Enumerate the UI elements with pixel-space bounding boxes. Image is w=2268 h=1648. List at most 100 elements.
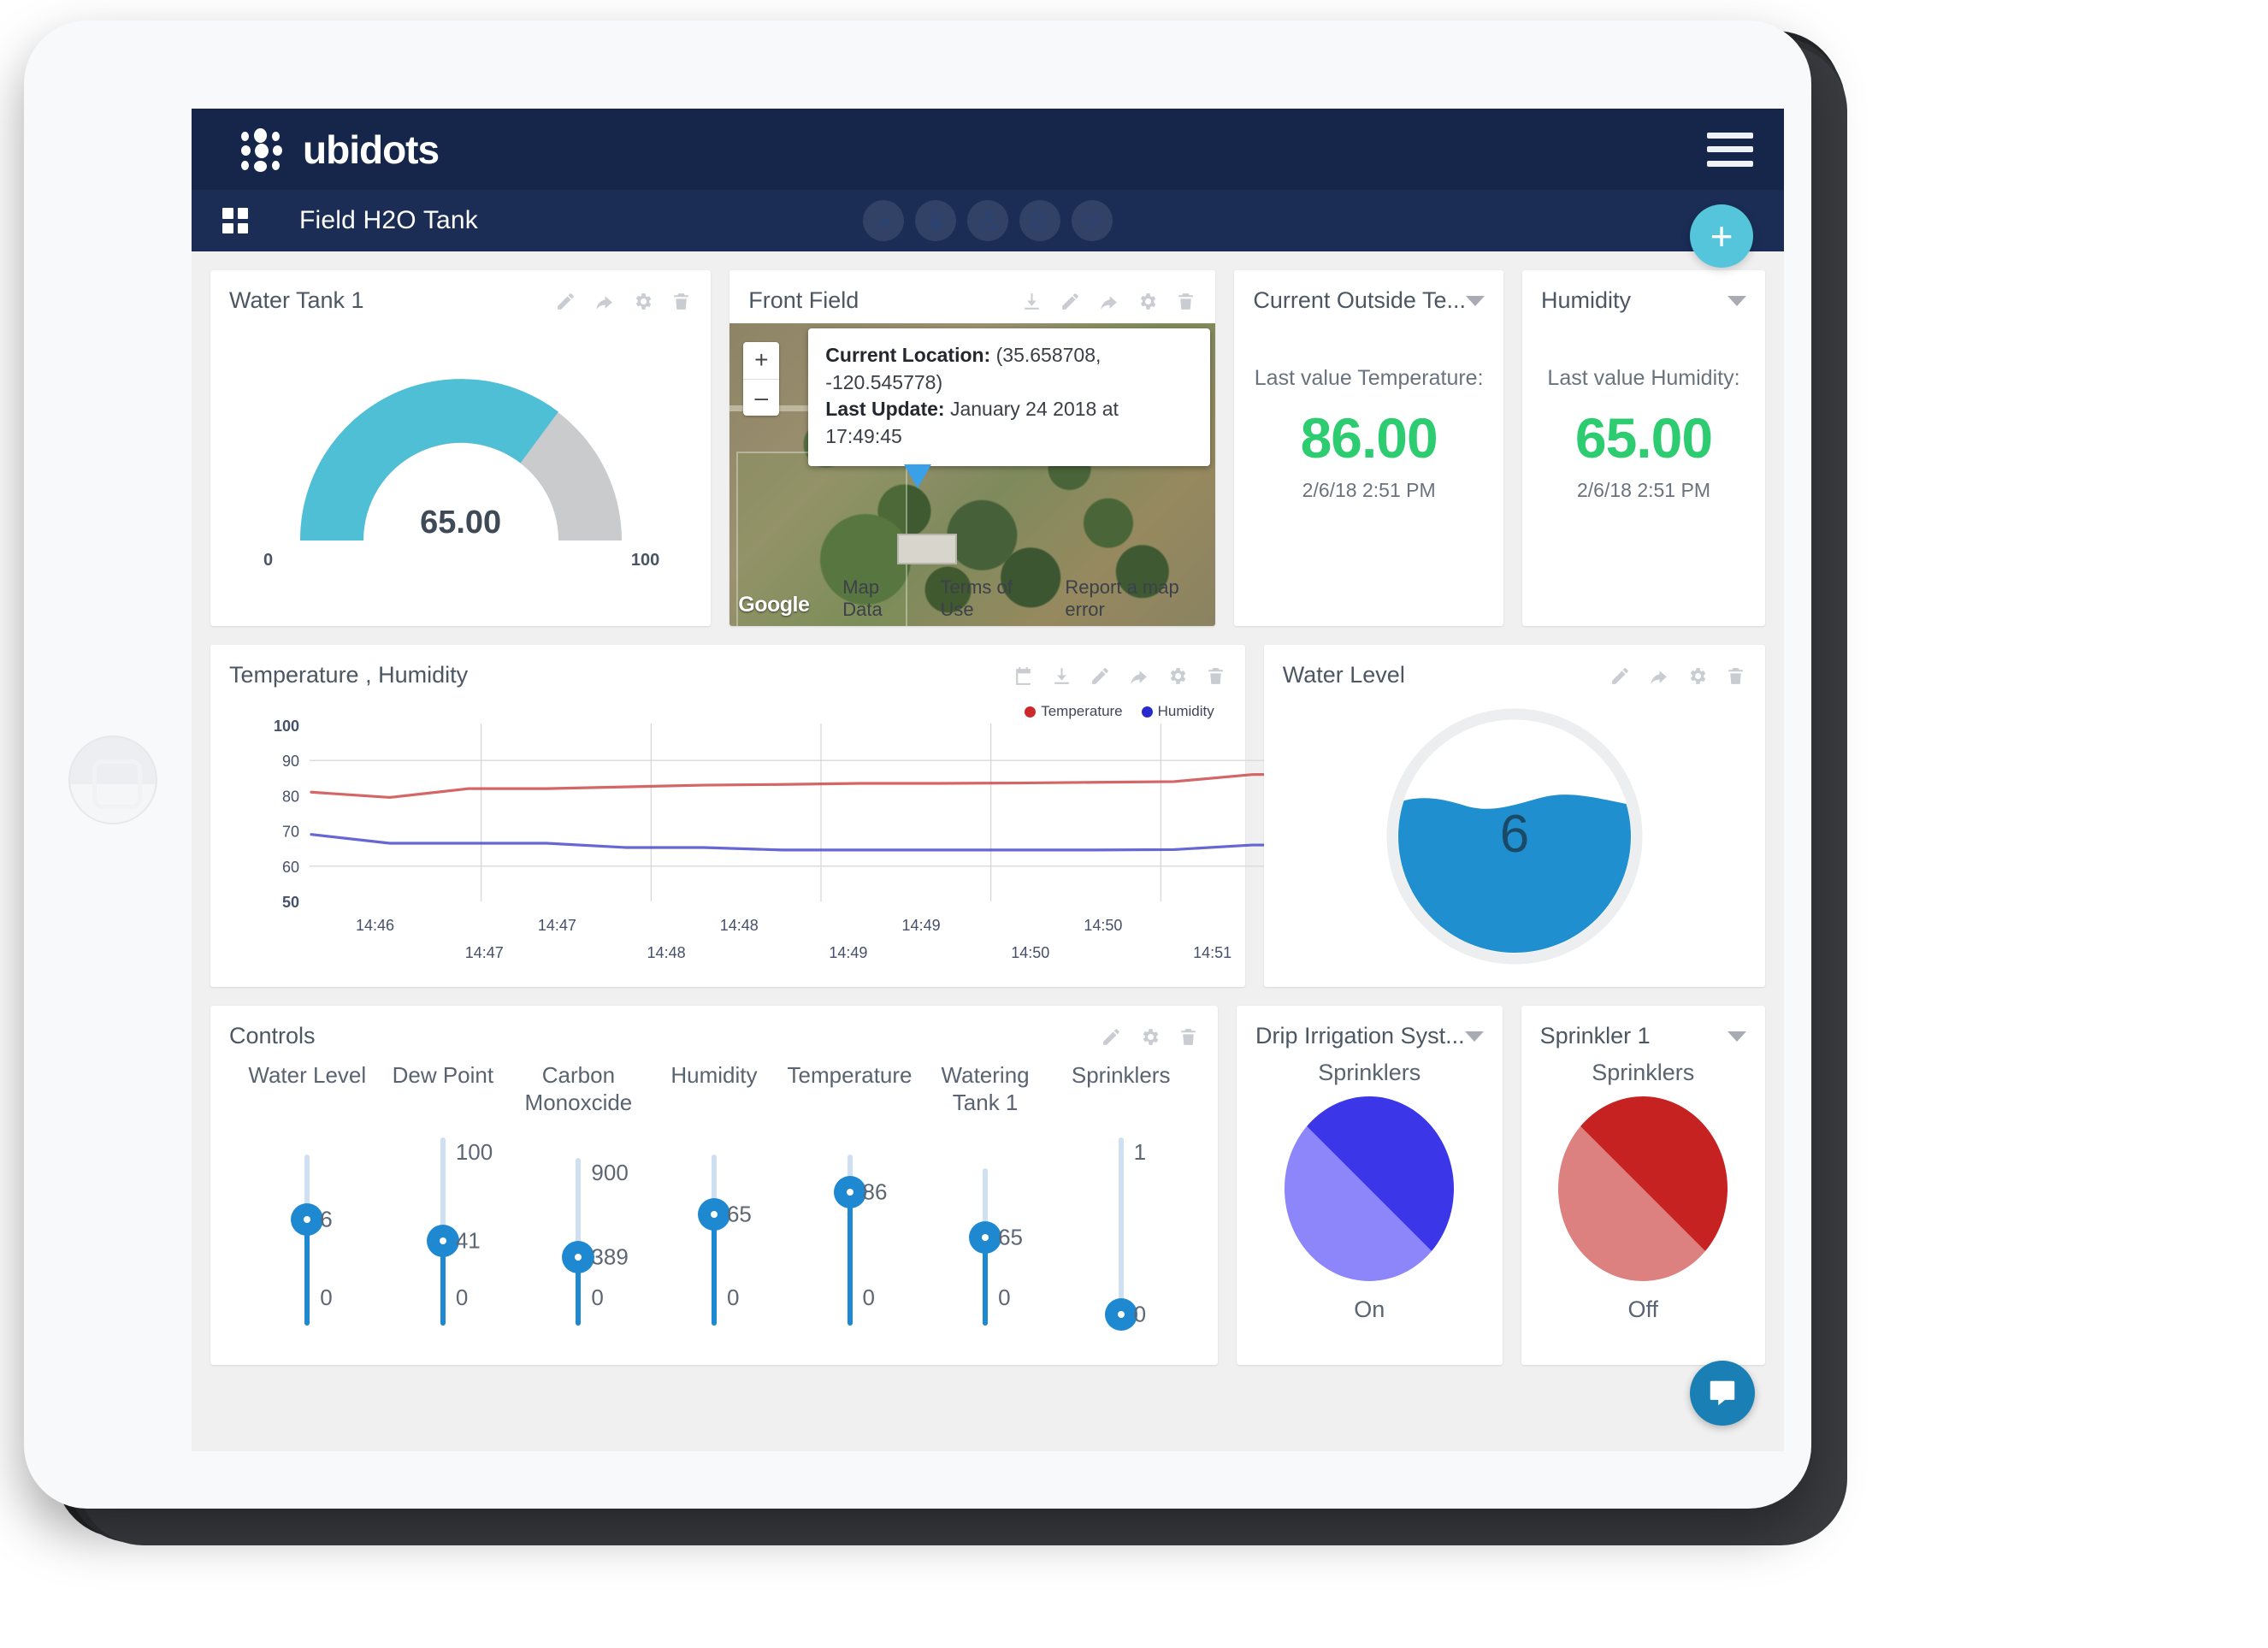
trash-icon[interactable] [1205,665,1226,691]
widget-header: Sprinkler 1 [1521,1006,1765,1054]
slider-label: Sprinklers [1071,1062,1171,1088]
report-map-error-link[interactable]: Report a map error [1065,576,1212,621]
slider-thumb[interactable] [833,1176,866,1208]
value-label: Last value Humidity: [1547,366,1740,390]
slider-carbon-monoxcide[interactable]: Carbon Monoxcide 900 389 0 [514,1062,642,1326]
slider-water-level[interactable]: Water Level 6 0 [243,1062,371,1326]
brand[interactable]: ubidots [241,127,440,173]
share-icon[interactable] [863,200,904,241]
slider-fill [711,1214,717,1326]
trash-icon[interactable] [1178,1026,1199,1052]
gear-icon[interactable] [1137,291,1158,316]
slider-label: Temperature [787,1062,913,1088]
ubidots-logo-icon [241,127,287,172]
slider-track-box[interactable]: 86 0 [786,1129,914,1326]
dashboard-row-2: Temperature , Humidity Temperature Humid… [210,645,1765,987]
zoom-in-button[interactable]: + [743,342,780,380]
widget-title: Temperature , Humidity [229,662,469,688]
slider-value: 0 [1133,1301,1147,1327]
slider-thumb[interactable] [291,1203,324,1236]
pencil-icon[interactable] [555,291,576,316]
share-icon[interactable] [1128,665,1149,691]
widget-drip-irrigation: Drip Irrigation Syst... Sprinklers On [1237,1006,1503,1365]
terms-of-use-link[interactable]: Terms of Use [941,576,1043,621]
widget-tools [1609,662,1746,691]
slider-track-box[interactable]: 900 389 0 [514,1129,642,1326]
svg-text:14:48: 14:48 [720,917,759,934]
slider-track-box[interactable]: 65 0 [921,1129,1049,1326]
lock-icon[interactable] [915,200,956,241]
share-icon[interactable] [594,291,615,316]
dashboard-board: Water Tank 1 65.00 0 100 Front Field + –… [192,251,1784,1403]
map-canvas[interactable]: + – Current Location: (35.658708, -120.5… [729,323,1216,626]
trash-icon[interactable] [670,291,692,316]
chevron-down-icon[interactable] [1728,1031,1746,1042]
switch-indicator-on[interactable] [1285,1096,1455,1281]
add-widget-button[interactable]: + [1690,204,1753,268]
slider-track-box[interactable]: 60 [243,1129,371,1326]
hamburger-menu-icon[interactable] [1707,132,1753,167]
slider-watering-tank-1[interactable]: Watering Tank 1 65 0 [921,1062,1049,1326]
hierarchy-icon[interactable] [967,200,1008,241]
screen-icon[interactable] [1072,200,1113,241]
widget-sprinkler-1: Sprinkler 1 Sprinklers Off [1521,1006,1765,1365]
pencil-icon[interactable] [1101,1026,1122,1052]
widget-humidity-value: Humidity Last value Humidity: 65.00 2/6/… [1521,270,1765,626]
value-label: Last value Temperature: [1254,366,1484,390]
widget-water-level: Water Level 6 [1263,645,1765,987]
slider-sprinklers[interactable]: Sprinklers 1 0 [1057,1062,1185,1331]
map-zoom-controls[interactable]: + – [743,342,780,416]
switch-indicator-off[interactable] [1558,1096,1728,1281]
slider-thumb[interactable] [697,1198,730,1231]
duplicate-icon[interactable] [1019,200,1060,241]
slider-min-label: 0 [455,1285,469,1310]
slider-min-label: 0 [320,1285,333,1310]
chevron-down-icon[interactable] [1728,296,1746,306]
calendar-icon[interactable] [1013,665,1034,691]
slider-temperature[interactable]: Temperature 86 0 [786,1062,914,1326]
pencil-icon[interactable] [1609,665,1631,691]
chevron-down-icon[interactable] [1465,296,1485,306]
download-icon[interactable] [1021,291,1042,316]
widget-title: Controls [229,1023,316,1048]
download-icon[interactable] [1051,665,1072,691]
share-icon[interactable] [1648,665,1669,691]
trash-icon[interactable] [1175,291,1196,316]
slider-thumb[interactable] [562,1240,595,1273]
slider-label: Humidity [670,1062,758,1088]
home-button[interactable] [68,735,157,824]
pencil-icon[interactable] [1060,291,1081,316]
svg-text:14:49: 14:49 [902,917,941,934]
gear-icon[interactable] [1139,1026,1161,1052]
gear-icon[interactable] [632,291,653,316]
switch-state: Off [1627,1297,1659,1322]
svg-text:14:50: 14:50 [1084,917,1122,934]
slider-dew-point[interactable]: Dew Point 100 41 0 [379,1062,507,1326]
switch-state: On [1354,1297,1385,1322]
widget-header: Water Level [1264,645,1765,696]
widget-title: Current Outside Te... [1253,287,1466,313]
slider-thumb[interactable] [426,1225,459,1257]
slider-track-box[interactable]: 65 0 [650,1129,778,1326]
trash-icon[interactable] [1725,665,1746,691]
grid-icon[interactable] [222,208,248,233]
slider-track-box[interactable]: 10 [1057,1129,1185,1331]
chevron-down-icon[interactable] [1464,1031,1484,1042]
slider-track-box[interactable]: 100 41 0 [379,1129,507,1326]
slider-thumb[interactable] [969,1220,1002,1254]
share-icon[interactable] [1098,291,1119,316]
widget-title: Sprinkler 1 [1539,1023,1651,1048]
gear-icon[interactable] [1686,665,1708,691]
widget-temperature-humidity-chart: Temperature , Humidity Temperature Humid… [210,645,1332,987]
zoom-out-button[interactable]: – [743,380,779,416]
slider-humidity[interactable]: Humidity 65 0 [650,1062,778,1326]
pencil-icon[interactable] [1090,665,1111,691]
widget-header: Current Outside Te... [1234,270,1503,319]
scene: ubidots Field H2O Tank + Water Tank 1 65… [0,0,2268,1648]
map-data-link[interactable]: Map Data [842,576,918,621]
slider-thumb[interactable] [1104,1297,1137,1331]
chat-bubble-icon[interactable] [1690,1361,1755,1426]
gear-icon[interactable] [1166,665,1188,691]
slider-min-label: 0 [726,1285,740,1310]
widget-header: Temperature , Humidity [210,645,1245,696]
